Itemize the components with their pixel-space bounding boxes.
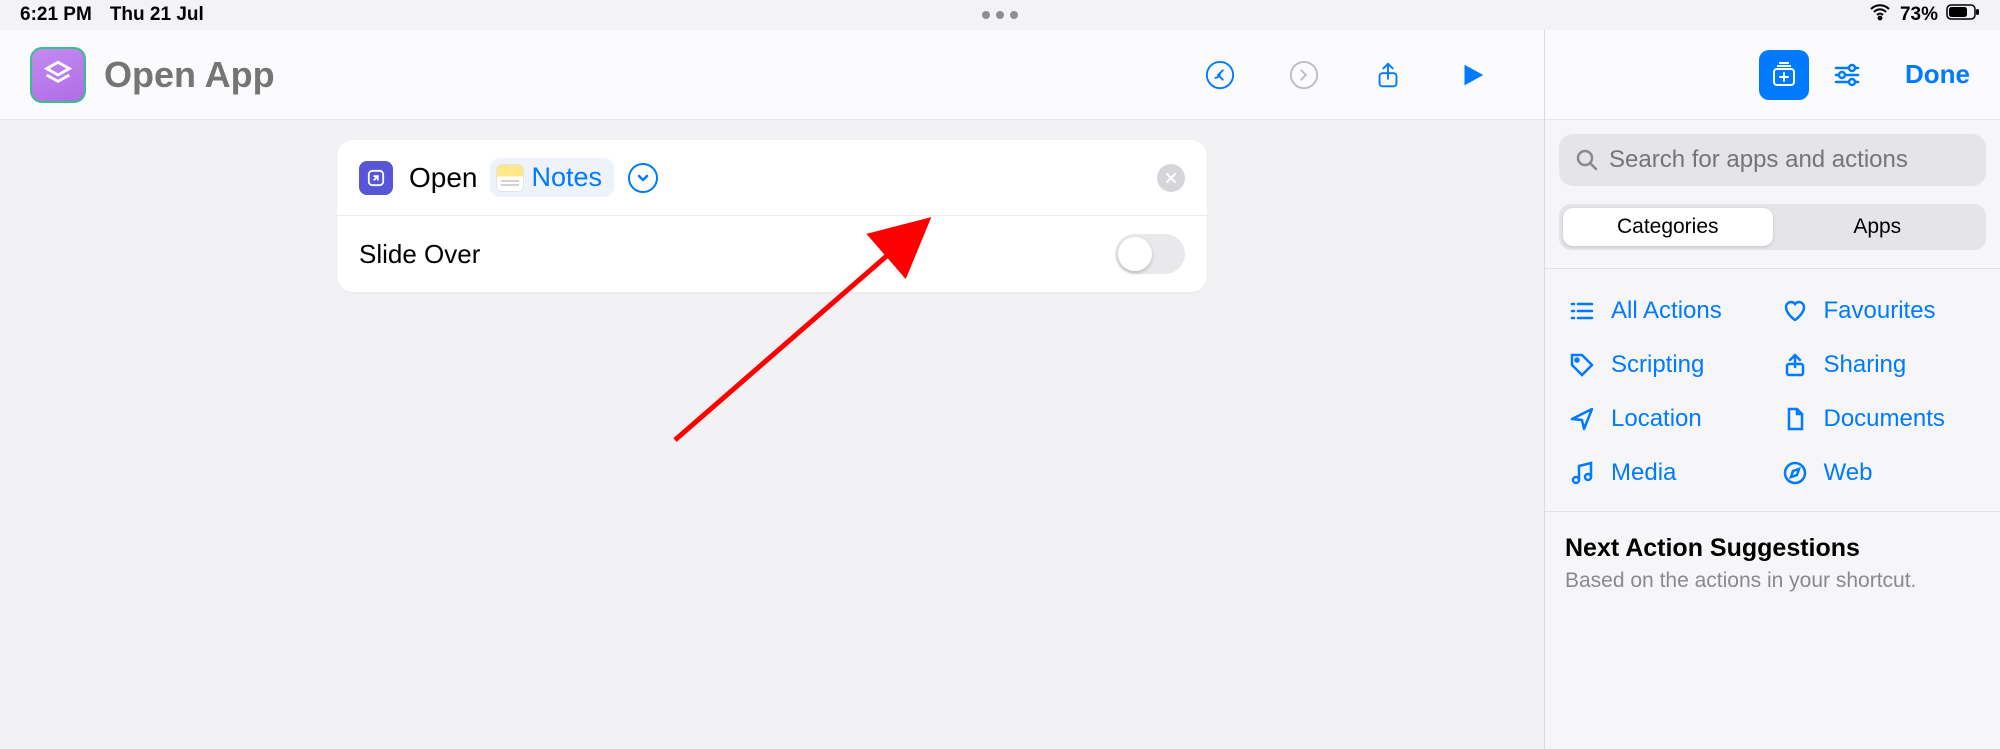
sidebar-header: Done [1545,30,2000,120]
category-sharing[interactable]: Sharing [1778,341,1981,389]
settings-button[interactable] [1829,57,1865,93]
editor-canvas[interactable]: Open Notes Slide Over [0,120,1544,749]
category-label: Media [1611,459,1676,487]
done-button[interactable]: Done [1905,59,1970,90]
run-button[interactable] [1452,55,1492,95]
open-app-action-card: Open Notes Slide Over [337,140,1207,292]
search-input[interactable] [1609,146,1970,174]
search-icon [1575,148,1599,172]
category-all-actions[interactable]: All Actions [1565,287,1768,335]
status-bar: 6:21 PM Thu 21 Jul 73% [0,0,2000,30]
wifi-icon [1868,0,1892,30]
category-label: All Actions [1611,297,1722,325]
shortcut-icon[interactable] [30,47,86,103]
multitask-dots[interactable] [982,11,1018,19]
category-label: Documents [1824,405,1945,433]
action-verb: Open [409,162,478,194]
suggestions-title: Next Action Suggestions [1565,534,1980,563]
category-label: Web [1824,459,1873,487]
compass-icon [1782,460,1808,486]
undo-button[interactable] [1200,55,1240,95]
category-label: Location [1611,405,1702,433]
delete-action-button[interactable] [1157,164,1185,192]
heart-icon [1782,298,1808,324]
editor-panel: Open Notes Slide Over [0,30,1545,749]
segment-categories[interactable]: Categories [1563,208,1773,246]
segmented-control[interactable]: Categories Apps [1559,204,1986,250]
open-app-action-icon [359,161,393,195]
slide-over-toggle[interactable] [1115,234,1185,274]
category-grid: All Actions Favourites Scripting Sharing… [1559,269,1986,497]
search-box[interactable] [1559,134,1986,186]
next-action-suggestions: Next Action Suggestions Based on the act… [1559,512,1986,593]
action-header-row[interactable]: Open Notes [337,140,1207,215]
category-documents[interactable]: Documents [1778,395,1981,443]
redo-button [1284,55,1324,95]
app-parameter-label: Notes [532,162,603,193]
app-parameter[interactable]: Notes [490,158,615,197]
shortcut-title-input[interactable] [104,54,404,96]
editor-toolbar [0,30,1544,120]
slide-over-row: Slide Over [337,215,1207,292]
location-icon [1569,406,1595,432]
share-button[interactable] [1368,55,1408,95]
battery-icon [1946,3,1980,27]
category-scripting[interactable]: Scripting [1565,341,1768,389]
category-media[interactable]: Media [1565,449,1768,497]
slide-over-label: Slide Over [359,239,480,270]
category-favourites[interactable]: Favourites [1778,287,1981,335]
document-icon [1782,406,1808,432]
category-location[interactable]: Location [1565,395,1768,443]
category-label: Scripting [1611,351,1704,379]
tag-icon [1569,352,1595,378]
share-icon [1782,352,1808,378]
segment-apps[interactable]: Apps [1773,208,1983,246]
expand-options-button[interactable] [628,163,658,193]
status-date: Thu 21 Jul [110,4,204,26]
battery-percent: 73% [1900,4,1938,26]
actions-sidebar: Done Categories Apps All Actions Favouri… [1545,30,2000,749]
notes-app-icon [496,164,524,192]
status-time: 6:21 PM [20,4,92,26]
suggestions-subtitle: Based on the actions in your shortcut. [1565,569,1980,593]
category-label: Sharing [1824,351,1907,379]
category-web[interactable]: Web [1778,449,1981,497]
category-label: Favourites [1824,297,1936,325]
music-icon [1569,460,1595,486]
action-library-button[interactable] [1759,50,1809,100]
list-icon [1569,298,1595,324]
